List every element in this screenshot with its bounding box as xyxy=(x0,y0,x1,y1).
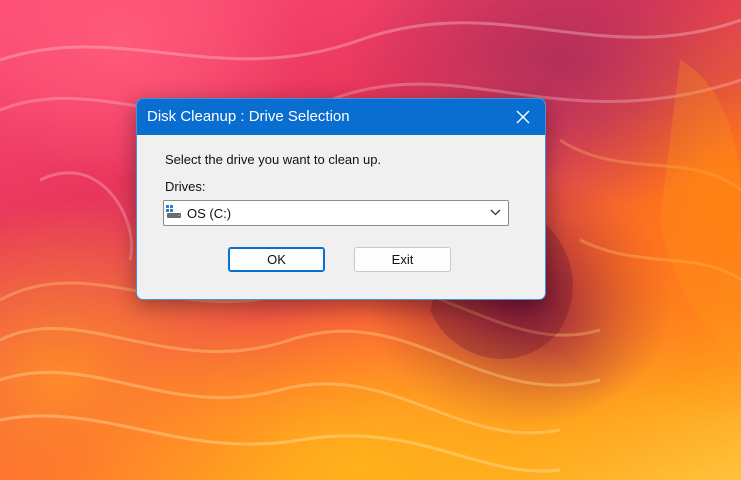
dialog-title: Disk Cleanup : Drive Selection xyxy=(147,108,350,125)
selected-drive: OS (C:) xyxy=(187,206,232,221)
close-button[interactable] xyxy=(501,99,545,135)
drive-dropdown[interactable]: OS (C:) xyxy=(163,200,509,226)
drives-label: Drives: xyxy=(165,179,206,194)
hard-drive-icon xyxy=(166,205,181,218)
exit-button[interactable]: Exit xyxy=(354,247,451,272)
disk-cleanup-dialog: Disk Cleanup : Drive Selection Select th… xyxy=(136,98,546,300)
close-icon xyxy=(516,110,530,124)
dialog-title-bar[interactable]: Disk Cleanup : Drive Selection xyxy=(137,99,545,135)
chevron-down-icon xyxy=(490,209,501,216)
ok-button[interactable]: OK xyxy=(228,247,325,272)
instruction-text: Select the drive you want to clean up. xyxy=(165,152,382,167)
